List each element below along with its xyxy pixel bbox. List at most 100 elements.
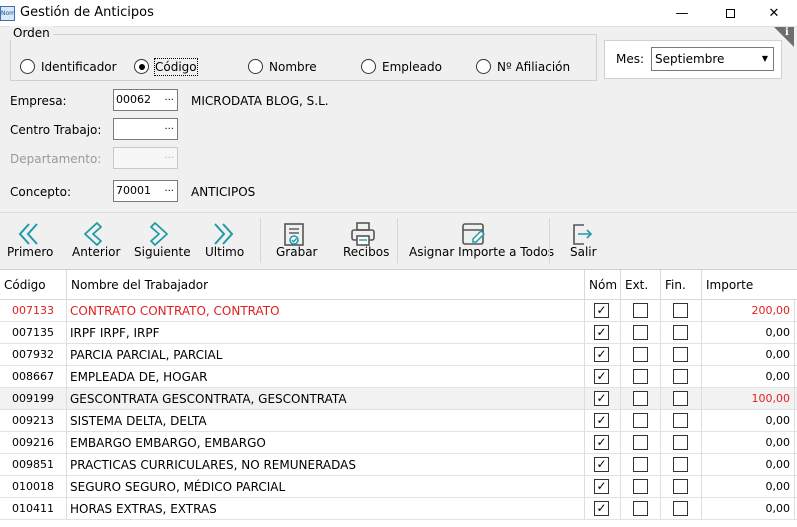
table-row[interactable]: 009216 EMBARGO EMBARGO, EMBARGO ✓ 0,00 (0, 432, 797, 454)
empresa-code: 00062 (116, 93, 151, 106)
header-codigo[interactable]: Código (0, 270, 67, 300)
ext-checkbox[interactable] (633, 391, 648, 406)
cell-nombre: EMBARGO EMBARGO, EMBARGO (67, 432, 585, 454)
ext-checkbox[interactable] (633, 435, 648, 450)
table-row[interactable]: 007133 CONTRATO CONTRATO, CONTRATO ✓ 200,00 (0, 300, 797, 322)
nom-checkbox[interactable]: ✓ (594, 325, 609, 340)
ext-checkbox[interactable] (633, 413, 648, 428)
minimize-button[interactable]: — (659, 0, 705, 27)
concepto-code: 70001 (116, 184, 151, 197)
cell-codigo: 009213 (0, 410, 67, 432)
nom-checkbox[interactable]: ✓ (594, 369, 609, 384)
lookup-icon[interactable]: ... (164, 117, 174, 137)
header-ext[interactable]: Ext. (621, 270, 661, 300)
ext-checkbox[interactable] (633, 347, 648, 362)
close-button[interactable]: ✕ (751, 0, 797, 27)
fin-checkbox[interactable] (673, 347, 688, 362)
table-row[interactable]: 010411 HORAS EXTRAS, EXTRAS ✓ 0,00 (0, 498, 797, 520)
fin-checkbox[interactable] (673, 435, 688, 450)
cell-nombre: PARCIA PARCIAL, PARCIAL (67, 344, 585, 366)
header-nombre[interactable]: Nombre del Trabajador (67, 270, 585, 300)
cell-codigo: 007135 (0, 322, 67, 344)
nom-checkbox[interactable]: ✓ (594, 391, 609, 406)
cell-nombre: GESCONTRATA GESCONTRATA, GESCONTRATA (67, 388, 585, 410)
cell-nom: ✓ (585, 410, 621, 432)
empresa-field[interactable]: 00062 ... (113, 89, 178, 111)
centro-field[interactable]: ... (113, 118, 178, 140)
cell-fin (661, 366, 702, 388)
exit-icon (573, 224, 593, 245)
cell-codigo: 010411 (0, 498, 67, 520)
chevron-left-icon (84, 222, 102, 246)
empresa-label: Empresa: (10, 94, 67, 108)
cell-nombre: SISTEMA DELTA, DELTA (67, 410, 585, 432)
cell-codigo: 009851 (0, 454, 67, 476)
ext-checkbox[interactable] (633, 457, 648, 472)
asignar-importe-button[interactable]: Asignar Importe a Todos (402, 212, 554, 269)
table-row[interactable]: 009213 SISTEMA DELTA, DELTA ✓ 0,00 (0, 410, 797, 432)
cell-importe: 0,00 (702, 410, 795, 432)
lookup-icon: ... (164, 150, 174, 161)
ext-checkbox[interactable] (633, 369, 648, 384)
fin-checkbox[interactable] (673, 457, 688, 472)
ext-checkbox[interactable] (633, 325, 648, 340)
fin-checkbox[interactable] (673, 391, 688, 406)
nom-checkbox[interactable]: ✓ (594, 347, 609, 362)
empresa-description: MICRODATA BLOG, S.L. (191, 94, 329, 108)
nom-checkbox[interactable]: ✓ (594, 457, 609, 472)
radio-circle (248, 59, 263, 74)
salir-button[interactable]: Salir (556, 212, 608, 269)
cell-fin (661, 432, 702, 454)
fin-checkbox[interactable] (673, 413, 688, 428)
radio-circle (476, 59, 491, 74)
cell-ext (621, 476, 661, 498)
table-row[interactable]: 010018 SEGURO SEGURO, MÉDICO PARCIAL ✓ 0,00 (0, 476, 797, 498)
recibos-button[interactable]: Recibos (334, 212, 392, 269)
ext-checkbox[interactable] (633, 303, 648, 318)
concepto-field[interactable]: 70001 ... (113, 180, 178, 202)
chevron-right-icon (150, 222, 168, 246)
table-row[interactable]: 007135 IRPF IRPF, IRPF ✓ 0,00 (0, 322, 797, 344)
siguiente-button[interactable]: Siguiente (128, 212, 192, 269)
maximize-button[interactable] (707, 0, 753, 27)
header-nom[interactable]: Nóm (585, 270, 621, 300)
mes-value: Septiembre (655, 52, 725, 66)
table-row[interactable]: 008667 EMPLEADA DE, HOGAR ✓ 0,00 (0, 366, 797, 388)
ext-checkbox[interactable] (633, 501, 648, 516)
nom-checkbox[interactable]: ✓ (594, 435, 609, 450)
lookup-icon[interactable]: ... (164, 88, 174, 108)
primero-button[interactable]: Primero (0, 212, 58, 269)
fin-checkbox[interactable] (673, 501, 688, 516)
nom-checkbox[interactable]: ✓ (594, 413, 609, 428)
cell-nom: ✓ (585, 498, 621, 520)
ultimo-button[interactable]: Ultimo (196, 212, 250, 269)
table-row[interactable]: 007932 PARCIA PARCIAL, PARCIAL ✓ 0,00 (0, 344, 797, 366)
double-chevron-right-icon (214, 223, 234, 245)
edit-document-icon (462, 223, 486, 245)
header-importe[interactable]: Importe (702, 270, 797, 300)
cell-nom: ✓ (585, 322, 621, 344)
nom-checkbox[interactable]: ✓ (594, 303, 609, 318)
header-fin[interactable]: Fin. (661, 270, 702, 300)
fin-checkbox[interactable] (673, 303, 688, 318)
cell-importe: 0,00 (702, 366, 795, 388)
fin-checkbox[interactable] (673, 479, 688, 494)
nom-checkbox[interactable]: ✓ (594, 479, 609, 494)
cell-codigo: 008667 (0, 366, 67, 388)
cell-nombre: CONTRATO CONTRATO, CONTRATO (67, 300, 585, 322)
table-row[interactable]: 009851 PRACTICAS CURRICULARES, NO REMUNER… (0, 454, 797, 476)
lookup-icon[interactable]: ... (164, 179, 174, 199)
cell-ext (621, 432, 661, 454)
radio-circle (361, 59, 376, 74)
cell-codigo: 009216 (0, 432, 67, 454)
table-row[interactable]: 009199 GESCONTRATA GESCONTRATA, GESCONTRA… (0, 388, 797, 410)
radio-circle (134, 59, 149, 74)
siguiente-label: Siguiente (134, 245, 191, 259)
grabar-button[interactable]: Grabar (268, 212, 320, 269)
fin-checkbox[interactable] (673, 369, 688, 384)
fin-checkbox[interactable] (673, 325, 688, 340)
nom-checkbox[interactable]: ✓ (594, 501, 609, 516)
mes-select[interactable]: Septiembre ▼ (651, 47, 774, 71)
ext-checkbox[interactable] (633, 479, 648, 494)
anterior-button[interactable]: Anterior (62, 212, 126, 269)
